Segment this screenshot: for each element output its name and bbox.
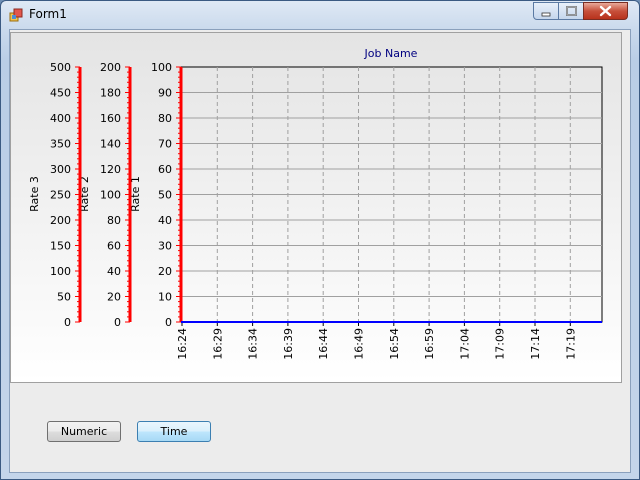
y-tick-label: 0 xyxy=(165,316,172,329)
y-tick-label: 80 xyxy=(107,214,121,227)
y-tick-label: 50 xyxy=(57,291,71,304)
x-tick-label: 16:24 xyxy=(176,328,189,360)
application-window: Form1 16:24 16:29 16:34 16:39 16:44 16:49 16:5… xyxy=(0,0,640,480)
title-bar[interactable]: Form1 xyxy=(1,1,639,29)
x-tick-label: 17:04 xyxy=(458,328,471,360)
y-tick-label: 60 xyxy=(158,163,172,176)
x-tick-label: 16:49 xyxy=(353,328,366,360)
y-tick-label: 250 xyxy=(50,189,71,202)
y-tick-label: 0 xyxy=(64,316,71,329)
minimize-icon xyxy=(541,12,551,17)
x-tick-label: 16:34 xyxy=(247,328,260,360)
close-icon xyxy=(599,5,612,17)
restore-icon xyxy=(566,6,577,16)
y-tick-label: 160 xyxy=(100,112,121,125)
y-tick-label: 20 xyxy=(107,291,121,304)
y-tick-label: 40 xyxy=(107,265,121,278)
chart-panel: 16:24 16:29 16:34 16:39 16:44 16:49 16:54 16:59… xyxy=(10,32,622,383)
app-icon xyxy=(9,8,23,22)
numeric-button[interactable]: Numeric xyxy=(47,421,121,442)
y-tick-label: 20 xyxy=(158,265,172,278)
x-tick-label: 17:09 xyxy=(494,328,507,360)
time-button[interactable]: Time xyxy=(137,421,211,442)
close-button[interactable] xyxy=(583,2,628,20)
y-tick-label: 30 xyxy=(158,240,172,253)
y-tick-label: 140 xyxy=(100,138,121,151)
y-tick-label: 10 xyxy=(158,291,172,304)
form-client-area: 16:24 16:29 16:34 16:39 16:44 16:49 16:54 16:59… xyxy=(9,29,631,473)
x-tick-label: 16:39 xyxy=(282,328,295,360)
y-tick-label: 120 xyxy=(100,163,121,176)
window-title: Form1 xyxy=(29,7,67,21)
y-tick-label: 150 xyxy=(50,240,71,253)
chart-title: Job Name xyxy=(364,47,418,60)
y-tick-label: 100 xyxy=(100,189,121,202)
y-tick-label: 180 xyxy=(100,87,121,100)
y-tick-label: 90 xyxy=(158,87,172,100)
y-tick-label: 450 xyxy=(50,87,71,100)
y-tick-label: 70 xyxy=(158,138,172,151)
y-tick-label: 40 xyxy=(158,214,172,227)
y-tick-label: 500 xyxy=(50,61,71,74)
y-axis-label-3: Rate 3 xyxy=(28,176,41,212)
x-tick-label: 16:29 xyxy=(211,328,224,360)
y-tick-label: 350 xyxy=(50,138,71,151)
rate-chart: 16:24 16:29 16:34 16:39 16:44 16:49 16:54 16:59… xyxy=(28,47,603,360)
minimize-button[interactable] xyxy=(533,2,559,20)
y-tick-label: 0 xyxy=(114,316,121,329)
y-tick-label: 100 xyxy=(151,61,172,74)
x-tick-label: 17:19 xyxy=(564,328,577,360)
x-tick-label: 16:44 xyxy=(317,328,330,360)
y-tick-label: 200 xyxy=(50,214,71,227)
y-tick-label: 60 xyxy=(107,240,121,253)
y-tick-label: 300 xyxy=(50,163,71,176)
x-tick-label: 16:59 xyxy=(423,328,436,360)
y-tick-label: 80 xyxy=(158,112,172,125)
y-tick-label: 200 xyxy=(100,61,121,74)
x-tick-label: 17:14 xyxy=(529,328,542,360)
maximize-button[interactable] xyxy=(558,2,584,20)
y-tick-label: 400 xyxy=(50,112,71,125)
y-tick-label: 100 xyxy=(50,265,71,278)
y-tick-label: 50 xyxy=(158,189,172,202)
x-tick-label: 16:54 xyxy=(388,328,401,360)
